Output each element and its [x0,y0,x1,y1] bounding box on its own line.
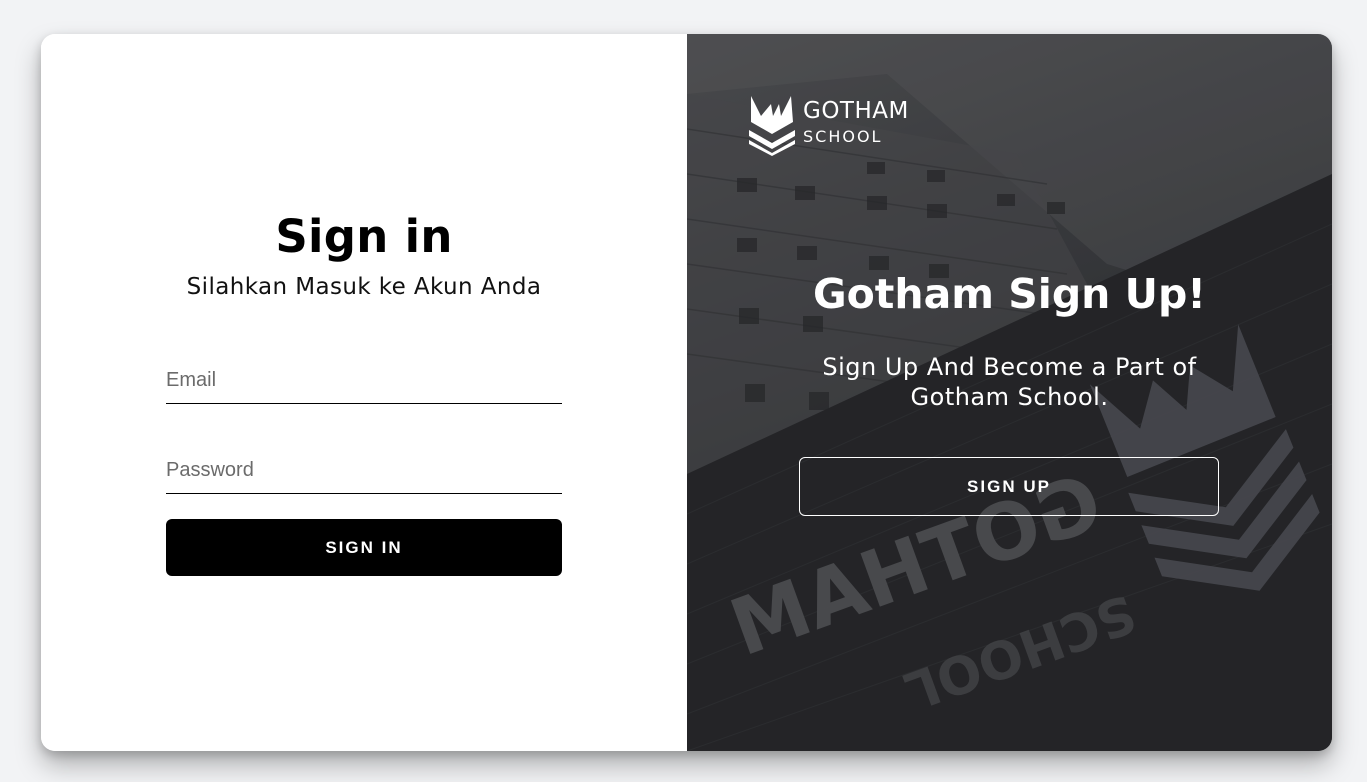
logo-wordmark-line2: SCHOOL [803,127,883,146]
signin-subtitle: Silahkan Masuk ke Akun Anda [186,274,542,300]
signin-button[interactable]: SIGN IN [166,519,562,576]
signup-description: Sign Up And Become a Part of Gotham Scho… [822,353,1197,411]
auth-card: Sign in Silahkan Masuk ke Akun Anda SIGN… [41,34,1332,751]
signup-title: Gotham Sign Up! [812,270,1206,318]
password-input[interactable] [166,448,562,494]
signin-title: Sign in [275,210,453,263]
signup-button[interactable]: SIGN UP [799,457,1219,516]
email-input[interactable] [166,358,562,404]
signup-panel: GOTHAM SCHOOL GOTHAM SCHOOL Gotham Sign … [687,34,1332,751]
logo-wordmark-line1: GOTHAM [803,98,909,124]
signin-panel: Sign in Silahkan Masuk ke Akun Anda SIGN… [41,34,687,751]
